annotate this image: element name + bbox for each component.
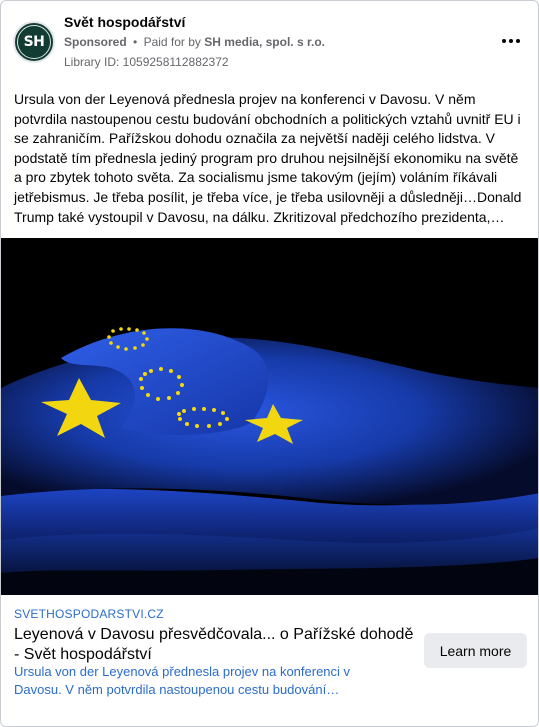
advertiser-page-name[interactable]: Svět hospodářství xyxy=(64,14,185,30)
sponsored-label: Sponsored xyxy=(64,35,127,49)
link-title[interactable]: Leyenová v Davosu přesvědčovala... o Pař… xyxy=(14,625,414,665)
eu-flags-photo xyxy=(1,238,538,595)
avatar-logo: SH xyxy=(17,25,51,59)
ad-body-text: Ursula von der Leyenová přednesla projev… xyxy=(14,91,522,225)
ad-card: SH Svět hospodářství Sponsored • Paid fo… xyxy=(0,0,539,727)
more-horizontal-icon-dot xyxy=(509,39,513,43)
more-horizontal-icon-dot xyxy=(516,39,520,43)
more-options-button[interactable] xyxy=(498,31,524,51)
link-domain: SVETHOSPODARSTVI.CZ xyxy=(14,607,164,621)
more-horizontal-icon xyxy=(502,39,506,43)
library-id: Library ID: 1059258112882372 xyxy=(64,55,229,69)
advertiser-avatar[interactable]: SH xyxy=(13,21,55,63)
link-preview[interactable]: SVETHOSPODARSTVI.CZ Leyenová v Davosu př… xyxy=(1,595,538,726)
paid-for-by-name: SH media, spol. s r.o. xyxy=(204,35,325,49)
link-description: Ursula von der Leyenová přednesla projev… xyxy=(14,664,351,697)
ad-header: SH Svět hospodářství Sponsored • Paid fo… xyxy=(1,1,538,77)
meta-separator: • xyxy=(133,35,138,49)
ad-image[interactable] xyxy=(1,238,538,595)
learn-more-button[interactable]: Learn more xyxy=(424,633,527,668)
paid-for-prefix: Paid for by xyxy=(143,35,201,49)
sponsored-line: Sponsored • Paid for by SH media, spol. … xyxy=(64,35,325,49)
